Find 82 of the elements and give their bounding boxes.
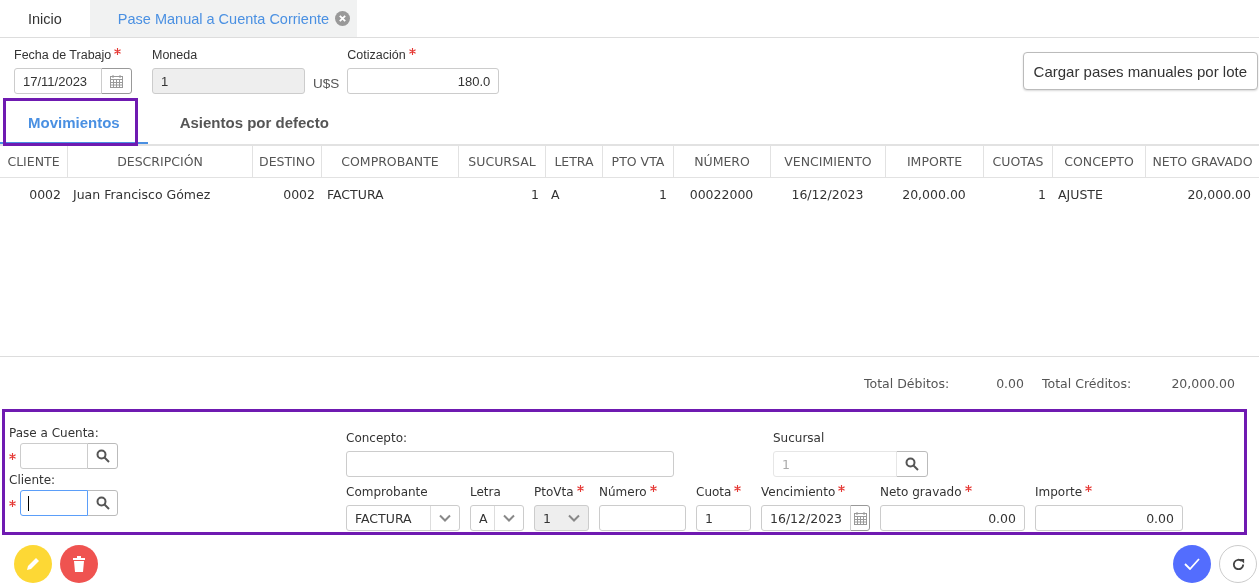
field-label: Número [599, 485, 647, 499]
column-header[interactable]: NETO GRAVADO [1145, 146, 1259, 177]
table-cell-text: 20,000.00 [1186, 185, 1252, 204]
field-label: Vencimiento [761, 485, 836, 499]
table-cell-text: 0002 [28, 185, 62, 204]
field-label: Neto gravado [880, 485, 962, 499]
field-label: Importe [1035, 485, 1083, 499]
field-label: Comprobante [346, 485, 428, 499]
close-icon[interactable] [335, 11, 351, 26]
total-label: Total Débitos: [864, 375, 951, 391]
refresh-icon [1230, 556, 1246, 572]
field-label: Moneda [152, 48, 198, 62]
field-label: Fecha de Trabajo [14, 48, 112, 62]
field-label: Concepto: [346, 431, 407, 445]
total-value: 0.00 [995, 375, 1024, 391]
calendar-button[interactable] [101, 68, 132, 94]
table-cell-text: FACTURA [326, 185, 385, 204]
column-header[interactable]: LETRA [545, 146, 602, 177]
field-label: PtoVta [534, 485, 574, 499]
pencil-icon [25, 556, 41, 572]
column-header[interactable]: SUCURSAL [458, 146, 545, 177]
calendar-icon [853, 511, 867, 525]
table-cell-text: 16/12/2023 [790, 185, 865, 204]
currency-label: U$S [313, 76, 340, 91]
dropdown[interactable]: FACTURA [346, 505, 460, 531]
table-cell-text: A [550, 185, 561, 204]
calendar-icon [110, 74, 123, 88]
number-field[interactable]: 0.00 [1035, 505, 1183, 531]
refresh-button[interactable] [1219, 545, 1257, 583]
column-header[interactable]: CUOTAS [983, 146, 1052, 177]
text-field[interactable]: 1 [696, 505, 751, 531]
text-field[interactable] [346, 451, 674, 477]
column-header[interactable]: IMPORTE [885, 146, 983, 177]
table-cell-text: 1 [530, 185, 540, 204]
search-button[interactable] [87, 490, 118, 516]
tab[interactable]: Inicio [0, 0, 90, 37]
delete-button[interactable] [60, 545, 98, 583]
text-field[interactable] [599, 505, 686, 531]
search-icon [95, 496, 110, 510]
table-cell-text: 1 [1037, 185, 1047, 204]
check-icon [1184, 558, 1200, 570]
search-button[interactable] [87, 443, 118, 469]
lookup-field[interactable] [20, 490, 88, 516]
chevron-down-icon [439, 514, 451, 522]
field-label: Cliente: [9, 473, 57, 487]
number-field[interactable]: 0.00 [880, 505, 1025, 531]
chevron-down-icon [503, 514, 515, 522]
field-label: Cuota [696, 485, 732, 499]
search-icon [95, 449, 110, 463]
lookup-field[interactable] [20, 443, 88, 469]
table-cell-text: 00022000 [688, 185, 755, 204]
confirm-button[interactable] [1173, 545, 1211, 583]
tab[interactable]: Asientos por defecto [147, 102, 357, 144]
column-header[interactable]: DESTINO [252, 146, 321, 177]
field-label: Letra [470, 485, 501, 499]
table-cell-text: 20,000.00 [901, 185, 967, 204]
table-cell-text: 0002 [282, 185, 316, 204]
search-icon [905, 457, 919, 471]
column-header[interactable]: CLIENTE [0, 146, 67, 177]
load-batch-button[interactable]: Cargar pases manuales por lote [1022, 52, 1258, 90]
table-cell-text: 1 [658, 185, 668, 204]
column-header[interactable]: NÚMERO [673, 146, 770, 177]
date-field[interactable]: 16/12/2023 [761, 505, 852, 531]
column-header[interactable]: PTO VTA [602, 146, 673, 177]
field-label: Cotización [347, 48, 406, 62]
field-label: Pase a Cuenta: [9, 426, 100, 440]
table-cell-text: Juan Francisco Gómez [71, 185, 212, 204]
chevron-down-icon [568, 514, 580, 522]
table-cell-text: AJUSTE [1057, 185, 1104, 204]
search-button[interactable] [896, 451, 928, 477]
field-label: Sucursal [773, 431, 825, 445]
column-header[interactable]: DESCRIPCIÓN [67, 146, 252, 177]
column-header[interactable]: CONCEPTO [1052, 146, 1145, 177]
column-header[interactable]: COMPROBANTE [321, 146, 458, 177]
total-value: 20,000.00 [1170, 375, 1235, 391]
calendar-button[interactable] [850, 505, 870, 531]
dropdown[interactable]: A [470, 505, 524, 531]
total-label: Total Créditos: [1042, 375, 1133, 391]
column-header[interactable]: VENCIMIENTO [770, 146, 885, 177]
number-field[interactable]: 180.0 [347, 68, 500, 94]
date-field[interactable]: 17/11/2023 [14, 68, 102, 94]
trash-icon [72, 556, 86, 572]
